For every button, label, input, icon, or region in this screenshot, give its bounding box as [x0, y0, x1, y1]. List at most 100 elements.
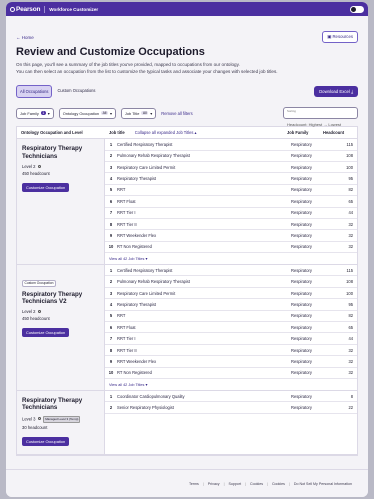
occupation-group: Respiratory Therapy Technicians Level 2 4… — [17, 139, 357, 266]
job-row[interactable]: 3 Respiratory Care Limited Permit Respirat… — [105, 162, 357, 174]
job-title: RT Non Registered — [117, 244, 152, 250]
customize-occupation-button[interactable]: Customize Occupation — [22, 436, 70, 446]
occupation-level: Level 3 Managed Level 3 (Temp) — [22, 415, 99, 423]
job-headcount: 115 — [346, 267, 353, 273]
job-row[interactable]: 2 Pulmonary Rehab Respiratory Therapist Re… — [105, 276, 357, 288]
job-row[interactable]: 6 RRT Float Respiratory 65 — [105, 196, 357, 208]
footer-link[interactable]: Cookies — [250, 482, 263, 486]
job-title: RRT — [117, 313, 126, 319]
footer-separator: | — [267, 481, 268, 486]
job-row[interactable]: 4 Respiratory Therapist Respiratory 95 — [105, 173, 357, 185]
occupation-group: Custom Occupation Respiratory Therapy Tec… — [17, 265, 357, 391]
footer-link[interactable]: Support — [229, 482, 242, 486]
job-title: Respiratory Care Limited Permit — [117, 290, 176, 296]
home-link[interactable]: ← Home — [16, 35, 34, 40]
job-row[interactable]: 1 Coordinator Cardiopulmonary Quality Resp… — [105, 391, 357, 403]
job-row[interactable]: 6 RRT Float Respiratory 65 — [105, 322, 357, 334]
job-headcount: 108 — [346, 279, 353, 285]
job-row[interactable]: 7 RRT Tier I Respiratory 44 — [105, 208, 357, 219]
job-title-filter[interactable]: Job Title All ▾ — [120, 107, 157, 119]
footer-link[interactable]: Privacy — [208, 482, 220, 486]
footer-separator: | — [202, 481, 204, 486]
job-headcount: 82 — [348, 187, 353, 193]
footer-link[interactable]: Terms — [189, 482, 199, 486]
custom-occupation-tag: Custom Occupation — [22, 279, 56, 287]
job-headcount: 32 — [348, 221, 353, 227]
job-number: 9 — [109, 233, 113, 238]
job-row[interactable]: 7 RRT Tier I Respiratory 44 — [105, 333, 357, 345]
level-label: Level 2 — [22, 309, 36, 315]
app-window: Pearson Workforce Customizer ← Home ▣ Re… — [6, 2, 368, 497]
job-headcount: 100 — [346, 290, 353, 296]
info-icon[interactable] — [37, 309, 42, 314]
job-row[interactable]: 8 RRT Tier II Respiratory 32 — [105, 345, 357, 357]
job-number: 4 — [109, 301, 113, 307]
job-row[interactable]: 1 Certified Respiratory Therapist Respirat… — [105, 139, 357, 151]
job-family: Respiratory — [291, 313, 312, 319]
chevron-down-icon: ▾ — [144, 257, 148, 262]
tab-all-occupations[interactable]: All Occupations — [16, 85, 53, 99]
job-row[interactable]: 9 RRT Weekender Flex Respiratory 32 — [105, 230, 357, 242]
collapse-link[interactable]: Collapse all expanded Job Titles ▴ — [130, 130, 197, 135]
view-all-label: View all 42 Job Titles — [109, 383, 145, 387]
view-all-link[interactable]: View all 42 Job Titles ▾ — [105, 253, 357, 264]
job-family: Respiratory — [291, 221, 312, 227]
job-family: Respiratory — [291, 279, 312, 285]
job-family-filter[interactable]: Job Family 1 ▾ — [16, 107, 54, 119]
footer-link[interactable]: Cookies — [272, 482, 285, 486]
download-icon: ⤓ — [351, 89, 353, 95]
ontology-filter[interactable]: Ontology Occupation All ▾ — [58, 107, 116, 119]
job-title-list: 1 Coordinator Cardiopulmonary Quality Resp… — [105, 391, 357, 454]
job-row[interactable]: 2 Senior Respiratory Physiologist Respirat… — [105, 402, 357, 414]
info-icon[interactable] — [37, 416, 42, 421]
job-row[interactable]: 10 RT Non Registered Respiratory 32 — [105, 368, 357, 379]
customize-occupation-button[interactable]: Customize Occupation — [22, 183, 70, 192]
occupation-level: Level 2 — [22, 164, 99, 169]
occupation-panel: Respiratory Therapy Technicians Level 2 4… — [17, 139, 105, 265]
job-title-label: Job Title — [124, 110, 140, 116]
view-all-link[interactable]: View all 42 Job Titles ▾ — [105, 379, 357, 390]
job-title: RRT Tier II — [117, 221, 137, 227]
sort-select[interactable]: Sorting Headcount: Highest → Lowest — [283, 107, 358, 127]
job-row[interactable]: 5 RRT Respiratory 82 — [105, 311, 357, 323]
footer: Terms | Privacy | Support | Cookies | Cookies | Do… — [6, 469, 368, 497]
job-row[interactable]: 8 RRT Tier II Respiratory 32 — [105, 219, 357, 231]
level-label: Level 2 — [22, 164, 36, 169]
job-row[interactable]: 2 Pulmonary Rehab Respiratory Therapist Re… — [105, 151, 357, 162]
info-icon[interactable] — [37, 164, 42, 168]
job-family: Respiratory — [291, 198, 312, 204]
job-row[interactable]: 5 RRT Respiratory 82 — [105, 185, 357, 197]
tab-custom-occupations[interactable]: Custom Occupations — [54, 85, 98, 98]
ontology-value-badge: All — [101, 111, 108, 116]
level-label: Level 3 — [22, 416, 36, 422]
occupation-title: Respiratory Therapy Technicians — [22, 397, 83, 412]
job-row[interactable]: 4 Respiratory Therapist Respiratory 95 — [105, 299, 357, 311]
occupation-group: Respiratory Therapy Technicians Level 3 M… — [17, 391, 357, 455]
headcount-label: 450 headcount — [22, 171, 50, 176]
job-row[interactable]: 10 RT Non Registered Respiratory 32 — [105, 242, 357, 254]
download-label: Download Excel — [319, 89, 350, 95]
chevron-down-icon: ▾ — [150, 110, 153, 116]
job-number: 2 — [109, 279, 113, 285]
job-row[interactable]: 9 RRT Weekender Flex Respiratory 32 — [105, 356, 357, 368]
theme-toggle[interactable] — [350, 5, 364, 13]
col-occupation: Ontology Occupation and Level — [21, 130, 83, 136]
remove-filters-link[interactable]: Remove all filters — [161, 111, 192, 116]
resources-button[interactable]: ▣ Resources — [322, 31, 358, 43]
job-number: 9 — [109, 358, 113, 364]
job-row[interactable]: 3 Respiratory Care Limited Permit Respirat… — [105, 288, 357, 300]
footer-separator: | — [288, 481, 290, 486]
footer-link[interactable]: Do Not Sell My Personal Information — [294, 482, 352, 486]
pearson-logo[interactable]: Pearson — [10, 6, 40, 13]
job-title: RRT Float — [117, 324, 136, 330]
occupation-level: Level 2 — [22, 309, 99, 314]
customize-occupation-button[interactable]: Customize Occupation — [22, 328, 70, 338]
job-family: Respiratory — [291, 324, 312, 330]
footer-separator: | — [223, 481, 225, 486]
job-family: Respiratory — [291, 176, 312, 182]
download-excel-button[interactable]: Download Excel ⤓ — [314, 86, 358, 98]
job-row[interactable]: 1 Certified Respiratory Therapist Respirat… — [105, 265, 357, 277]
job-family: Respiratory — [291, 141, 312, 147]
job-title: RT Non Registered — [117, 370, 152, 376]
page-intro: On this page, you'll see a summary of th… — [16, 62, 346, 75]
